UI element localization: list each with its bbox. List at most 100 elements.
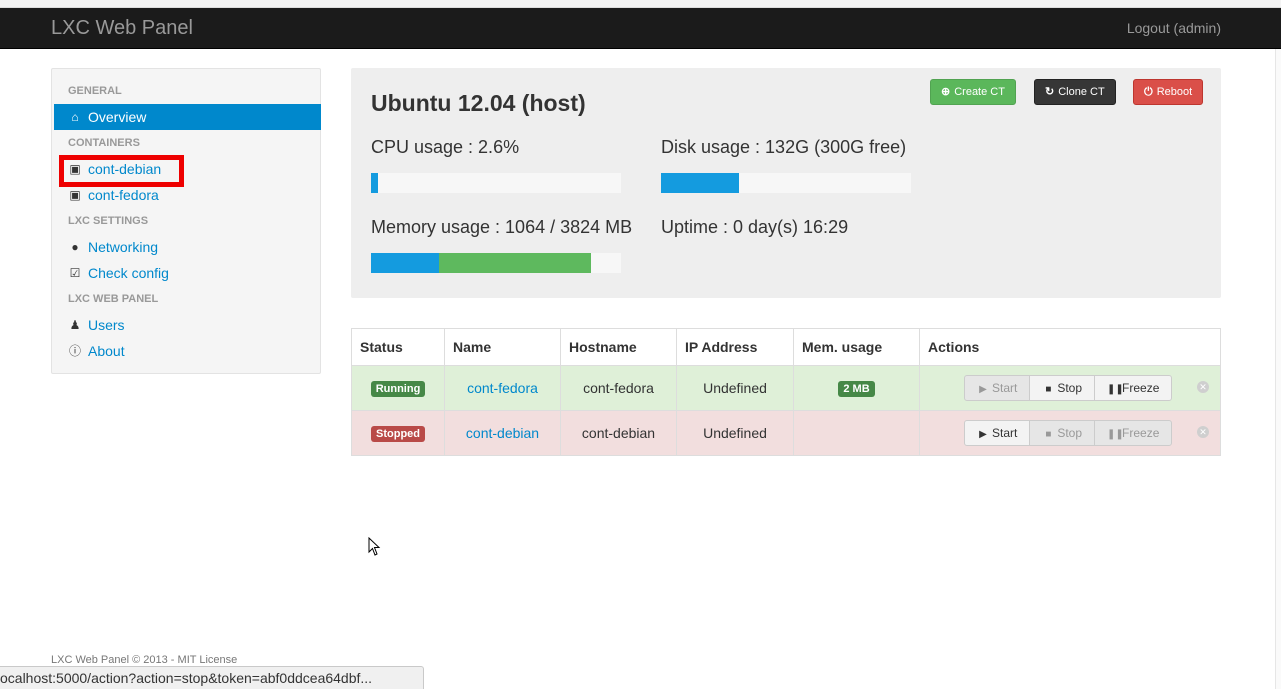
stop-icon: ■ (1045, 429, 1052, 440)
freeze-label: Freeze (1122, 426, 1160, 440)
action-button-group: ▶ Start ■ Stop ❚❚Freeze (964, 375, 1173, 401)
remove-icon[interactable]: ✕ (1197, 426, 1209, 438)
start-button[interactable]: ▶ Start (964, 420, 1031, 446)
sidebar-item-label: Users (88, 317, 125, 333)
sidebar-item-users[interactable]: ♟ Users (54, 312, 321, 338)
plus-circle-icon: ⊕ (941, 86, 951, 98)
column-header-actions: Actions (919, 328, 1221, 366)
freeze-button[interactable]: ❚❚Freeze (1094, 420, 1173, 446)
info-icon: ⓘ (68, 344, 81, 358)
memory-usage-label: Memory usage : 1064 / 3824 MB (371, 217, 633, 237)
status-cell: Stopped (351, 410, 445, 456)
disk-progress-fill (661, 173, 739, 193)
sidebar-item-label: Overview (88, 109, 147, 125)
freeze-button[interactable]: ❚❚Freeze (1094, 375, 1173, 401)
sidebar-item-check-config[interactable]: ☑ Check config (54, 260, 321, 286)
sidebar-item-networking[interactable]: ● Networking (54, 234, 321, 260)
host-overview-panel: Ubuntu 12.04 (host) ⊕ Create CT ↻ Clone CT… (351, 68, 1221, 298)
hostname-cell: cont-fedora (560, 365, 677, 411)
ip-cell: Undefined (676, 365, 794, 411)
create-ct-button[interactable]: ⊕ Create CT (930, 79, 1016, 105)
container-link[interactable]: cont-fedora (467, 380, 538, 396)
home-icon: ⌂ (71, 110, 79, 124)
containers-table: Status Name Hostname IP Address Mem. usa… (351, 328, 1221, 456)
name-cell: cont-debian (444, 410, 561, 456)
status-badge: Running (370, 381, 426, 397)
sidebar-item-label: Check config (88, 265, 169, 281)
actions-cell: ▶ Start ■ Stop ❚❚Freeze ✕ (919, 365, 1221, 411)
memory-cached-fill (438, 253, 591, 273)
nav-header-containers: CONTAINERS (68, 137, 140, 149)
page-title: Ubuntu 12.04 (host) (371, 90, 586, 116)
cpu-progress-fill (371, 173, 378, 193)
pause-icon: ❚❚ (1107, 384, 1124, 395)
start-label: Start (992, 426, 1018, 440)
mem-cell (793, 410, 920, 456)
highlight-annotation-box (59, 155, 184, 187)
uptime-label: Uptime : 0 day(s) 16:29 (661, 217, 849, 237)
hostname-cell: cont-debian (560, 410, 677, 456)
check-icon: ☑ (69, 266, 81, 280)
refresh-icon: ↻ (1045, 86, 1055, 98)
disk-progress-bar (661, 173, 911, 193)
stop-label: Stop (1057, 426, 1083, 440)
create-ct-label: Create CT (954, 86, 1005, 98)
power-icon: ⏻ (1144, 86, 1153, 98)
column-header-status: Status (351, 328, 445, 366)
browser-status-bar: ocalhost:5000/action?action=stop&token=a… (0, 666, 424, 689)
memory-progress-bar (371, 253, 621, 273)
sidebar-item-about[interactable]: ⓘ About (54, 338, 321, 364)
sidebar-item-label: Networking (88, 239, 159, 255)
brand-logo[interactable]: LXC Web Panel (51, 17, 193, 40)
container-link[interactable]: cont-debian (466, 425, 539, 441)
reboot-button[interactable]: ⏻ Reboot (1133, 79, 1204, 105)
table-row: Running cont-fedora cont-fedora Undefine… (351, 365, 1221, 411)
logout-link[interactable]: Logout (admin) (1127, 20, 1221, 36)
nav-header-lxc-web-panel: LXC WEB PANEL (68, 293, 159, 305)
sidebar-item-overview[interactable]: ⌂ Overview (54, 104, 321, 130)
nav-header-lxc-settings: LXC SETTINGS (68, 215, 149, 227)
ip-cell: Undefined (676, 410, 794, 456)
nav-header-general: GENERAL (68, 85, 122, 97)
user-icon: ♟ (69, 318, 81, 332)
freeze-label: Freeze (1122, 381, 1160, 395)
disk-usage-label: Disk usage : 132G (300G free) (661, 137, 907, 157)
status-badge: Stopped (371, 426, 425, 442)
cpu-usage-label: CPU usage : 2.6% (371, 137, 520, 157)
sidebar-item-label: About (88, 343, 125, 359)
browser-top-strip (0, 0, 1281, 8)
column-header-hostname: Hostname (560, 328, 677, 366)
mem-badge: 2 MB (838, 381, 875, 397)
sidebar: GENERAL ⌂ Overview CONTAINERS ▣ cont-deb… (51, 68, 321, 374)
mem-cell: 2 MB (793, 365, 920, 411)
reboot-label: Reboot (1156, 86, 1193, 98)
clone-ct-button[interactable]: ↻ Clone CT (1034, 79, 1116, 105)
stop-button[interactable]: ■ Stop (1029, 420, 1096, 446)
stop-label: Stop (1057, 381, 1083, 395)
column-header-name: Name (444, 328, 561, 366)
status-cell: Running (351, 365, 445, 411)
start-label: Start (992, 381, 1018, 395)
pause-icon: ❚❚ (1107, 429, 1124, 440)
play-icon: ▶ (979, 429, 987, 440)
action-button-group: ▶ Start ■ Stop ❚❚Freeze (964, 420, 1173, 446)
table-header-row: Status Name Hostname IP Address Mem. usa… (351, 328, 1221, 366)
mouse-cursor-icon (368, 537, 381, 556)
cpu-progress-bar (371, 173, 621, 193)
name-cell: cont-fedora (444, 365, 561, 411)
globe-icon: ● (71, 240, 79, 254)
actions-cell: ▶ Start ■ Stop ❚❚Freeze ✕ (919, 410, 1221, 456)
play-icon: ▶ (979, 384, 987, 395)
remove-icon[interactable]: ✕ (1197, 381, 1209, 393)
column-header-mem: Mem. usage (793, 328, 920, 366)
stop-icon: ■ (1045, 384, 1052, 395)
sidebar-item-label: cont-fedora (88, 187, 159, 203)
clone-ct-label: Clone CT (1058, 86, 1105, 98)
page-scrollbar[interactable] (1275, 49, 1281, 689)
memory-used-fill (371, 253, 439, 273)
start-button[interactable]: ▶ Start (964, 375, 1031, 401)
column-header-ip: IP Address (676, 328, 794, 366)
stop-button[interactable]: ■ Stop (1029, 375, 1096, 401)
footer-text: LXC Web Panel © 2013 - MIT License (51, 654, 238, 666)
hdd-icon: ▣ (69, 188, 81, 202)
